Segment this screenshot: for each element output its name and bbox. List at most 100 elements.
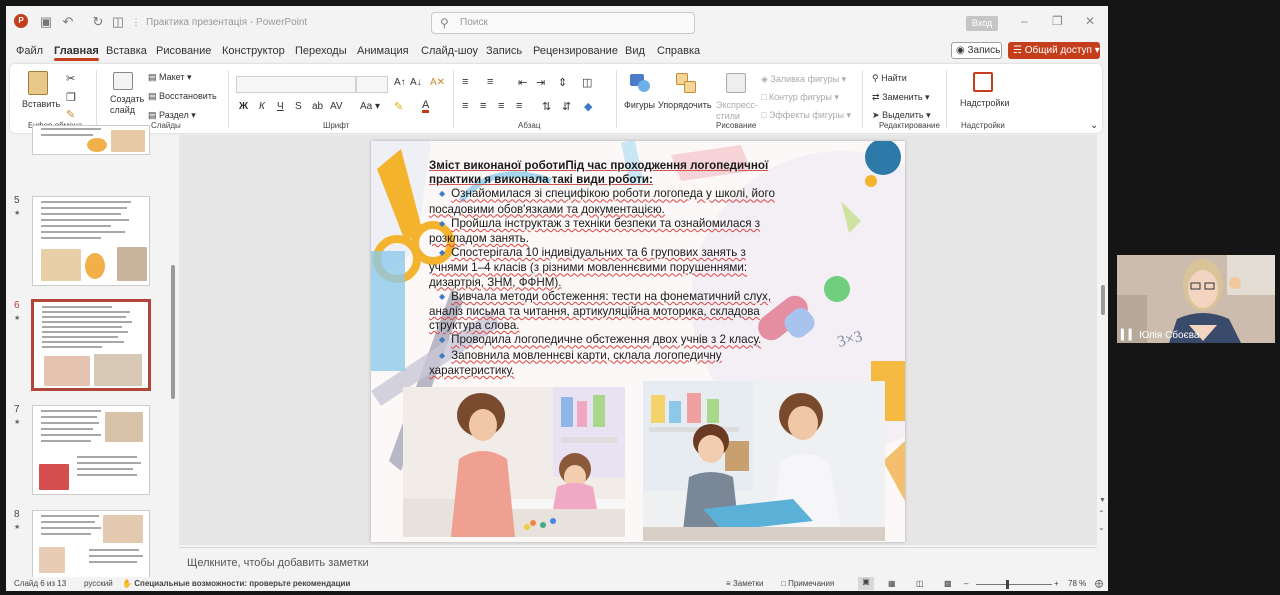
columns-icon[interactable]: ◫ [582, 76, 592, 89]
scroll-down-icon[interactable]: ▼ [1099, 497, 1106, 504]
zoom-slider-handle[interactable] [1006, 580, 1009, 589]
font-size-combo[interactable] [356, 76, 388, 93]
video-call-tile[interactable]: ▍▍ Юлія Сбоєва [1117, 255, 1275, 343]
scrollbar-thumb[interactable] [1101, 285, 1105, 315]
shrink-font-icon[interactable]: A↓ [410, 77, 422, 88]
shapes-label[interactable]: Фигуры [624, 100, 655, 110]
minimize-icon[interactable]: – [1021, 14, 1028, 28]
zoom-out-icon[interactable]: – [964, 579, 968, 588]
smartart-icon[interactable]: ◆ [584, 100, 592, 113]
shape-effects-button[interactable]: □ Эффекты фигуры ▾ [761, 110, 851, 121]
accessibility-status[interactable]: ✋ Специальные возможности: проверьте рек… [122, 579, 350, 588]
close-icon[interactable]: ✕ [1085, 14, 1095, 28]
bold-button[interactable]: Ж [239, 101, 248, 112]
bullets-icon[interactable]: ≡ [462, 76, 468, 88]
font-color-icon[interactable]: A [422, 100, 430, 113]
layout-button[interactable]: ▤ Макет ▾ [148, 72, 192, 83]
addins-icon[interactable] [973, 72, 993, 92]
thumbnail-scrollbar[interactable] [171, 135, 176, 573]
login-button[interactable]: Вход [966, 16, 998, 31]
line-spacing-icon[interactable]: ⇕ [558, 76, 567, 89]
paste-label[interactable]: Вставить [22, 99, 60, 109]
slide-photo-speech-therapy[interactable] [403, 387, 625, 537]
slide-thumbnail[interactable] [32, 196, 150, 286]
font-name-combo[interactable] [236, 76, 356, 93]
maximize-icon[interactable]: ❐ [1052, 14, 1063, 28]
section-button[interactable]: ▤ Раздел ▾ [148, 110, 196, 121]
comments-toggle[interactable]: □ Примечания [781, 579, 834, 588]
tab-record[interactable]: Запись [486, 45, 522, 57]
clear-format-icon[interactable]: A✕ [430, 77, 445, 88]
zoom-in-icon[interactable]: + [1054, 579, 1059, 588]
slide-text-box[interactable]: Зміст виконаної роботиПід час проходженн… [429, 159, 779, 378]
undo-icon[interactable]: ↶ [60, 14, 76, 30]
redo-icon[interactable]: ↻ [90, 14, 106, 30]
align-text-icon[interactable]: ⇵ [562, 100, 571, 113]
notes-toggle[interactable]: ≡ Заметки [726, 579, 764, 588]
reading-view-icon[interactable]: ◫ [916, 579, 924, 588]
notes-pane[interactable]: Щелкните, чтобы добавить заметки [179, 547, 1097, 575]
share-button[interactable]: ☴ Общий доступ ▾ [1008, 42, 1100, 59]
format-painter-icon[interactable]: ✎ [66, 108, 75, 121]
current-slide[interactable]: 3×3 Зміст виконаної роботиПід час проход… [371, 141, 905, 542]
qat-more-icon[interactable]: ⋮ [128, 14, 144, 30]
tab-animations[interactable]: Анимация [357, 45, 409, 57]
save-icon[interactable]: ▣ [38, 14, 54, 30]
find-button[interactable]: ⚲ Найти [872, 73, 907, 84]
notes-placeholder[interactable]: Щелкните, чтобы добавить заметки [187, 557, 369, 569]
tab-review[interactable]: Рецензирование [533, 45, 618, 57]
slide-photo-reading-lesson[interactable] [643, 381, 885, 541]
select-button[interactable]: ➤ Выделить ▾ [872, 110, 931, 121]
char-spacing-icon[interactable]: AV [330, 101, 343, 112]
highlight-icon[interactable]: ✎ [394, 100, 403, 113]
shape-outline-button[interactable]: □ Контур фигуры ▾ [761, 92, 839, 103]
tab-slideshow[interactable]: Слайд-шоу [421, 45, 478, 57]
tab-view[interactable]: Вид [625, 45, 645, 57]
align-right-icon[interactable]: ≡ [498, 100, 504, 112]
tab-insert[interactable]: Вставка [106, 45, 147, 57]
new-slide-icon[interactable] [113, 72, 133, 90]
underline-button[interactable]: Ч [277, 101, 284, 112]
search-input[interactable]: ⚲ Поиск [431, 12, 695, 34]
editor-scrollbar[interactable]: ▼ ⌃ ⌄ [1098, 135, 1108, 545]
copy-icon[interactable]: ❐ [66, 91, 76, 104]
decrease-indent-icon[interactable]: ⇤ [518, 76, 527, 89]
change-case-icon[interactable]: Aa ▾ [360, 101, 380, 112]
replace-button[interactable]: ⇄ Заменить ▾ [872, 92, 930, 103]
numbering-icon[interactable]: ≡ [487, 76, 493, 88]
new-slide-label[interactable]: Создать слайд [110, 94, 144, 116]
scrollbar-thumb[interactable] [171, 265, 175, 399]
collapse-ribbon-icon[interactable]: ⌄ [1090, 120, 1098, 131]
quick-styles-icon[interactable] [726, 73, 746, 93]
strikethrough-button[interactable]: S [295, 101, 302, 112]
slideshow-view-icon[interactable]: ▩ [944, 579, 952, 588]
arrange-label[interactable]: Упорядочить [658, 100, 712, 110]
next-slide-icon[interactable]: ⌄ [1098, 523, 1105, 532]
align-center-icon[interactable]: ≡ [480, 100, 486, 112]
reset-button[interactable]: ▤ Восстановить [148, 91, 217, 102]
slide-thumbnail[interactable] [32, 405, 150, 495]
tab-draw[interactable]: Рисование [156, 45, 211, 57]
increase-indent-icon[interactable]: ⇥ [536, 76, 545, 89]
slide-thumbnail[interactable] [32, 510, 150, 580]
shape-fill-button[interactable]: ◈ Заливка фигуры ▾ [761, 74, 846, 85]
zoom-slider[interactable] [976, 584, 1052, 585]
tab-file[interactable]: Файл [16, 45, 43, 57]
quick-styles-label[interactable]: Экспресс-стили [716, 100, 758, 122]
language-indicator[interactable]: русский [84, 579, 113, 588]
shadow-icon[interactable]: ab [312, 101, 323, 112]
fit-slide-icon[interactable]: ⨁ [1095, 579, 1103, 588]
align-left-icon[interactable]: ≡ [462, 100, 468, 112]
grow-font-icon[interactable]: A↑ [394, 77, 406, 88]
slide-counter[interactable]: Слайд 6 из 13 [14, 579, 66, 588]
slide-thumbnail[interactable] [32, 125, 150, 155]
italic-button[interactable]: К [259, 101, 265, 112]
tab-design[interactable]: Конструктор [222, 45, 285, 57]
record-button[interactable]: ◉ Запись [951, 42, 1002, 59]
slide-sorter-icon[interactable]: ▦ [888, 579, 896, 588]
cut-icon[interactable]: ✂ [66, 72, 75, 85]
previous-slide-icon[interactable]: ⌃ [1098, 509, 1105, 518]
tab-home[interactable]: Главная [54, 45, 99, 61]
tab-transitions[interactable]: Переходы [295, 45, 347, 57]
justify-icon[interactable]: ≡ [516, 100, 522, 112]
